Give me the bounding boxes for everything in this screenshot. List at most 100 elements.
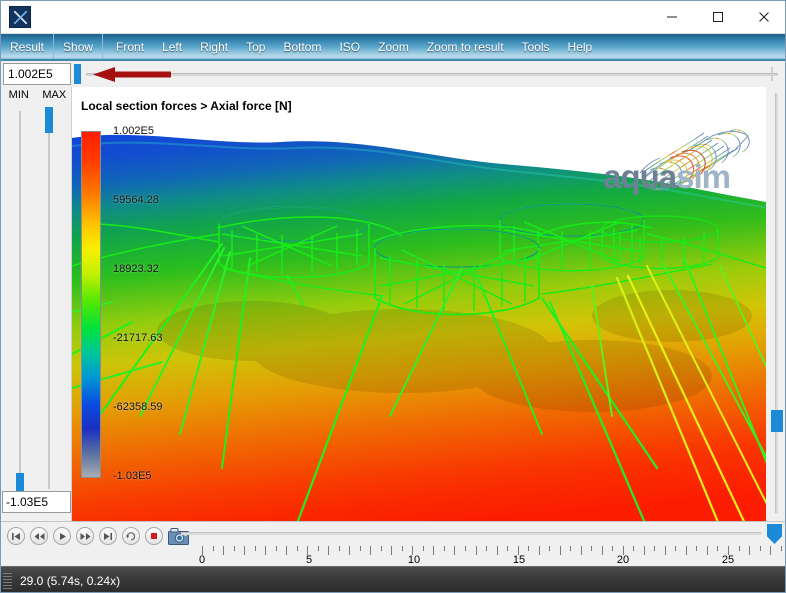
max-value-slider-thumb[interactable] [74,64,81,84]
skip-to-start-button[interactable] [7,527,25,545]
menu-bar: Result Show Front Left Right Top Bottom … [1,34,785,61]
timeline-tick [265,546,267,555]
max-slider-track[interactable] [48,111,50,489]
close-button[interactable] [741,1,785,33]
watermark-aqua: aqua [603,158,677,195]
timeline-tick [454,546,456,555]
3d-viewport[interactable]: Local section forces > Axial force [N] 1… [72,87,766,521]
timeline-thumb[interactable] [767,524,782,544]
play-icon [59,532,66,540]
menu-right[interactable]: Right [191,34,237,59]
menu-tools[interactable]: Tools [513,34,559,59]
min-max-labels: MIN MAX [1,89,72,105]
timeline-tick [654,546,656,551]
timeline-tick-label-4: 20 [616,554,630,566]
timeline-tick [486,546,488,551]
vertical-zoom-slider-track[interactable] [775,93,778,513]
timeline-tick [370,546,372,555]
aquasim-watermark: aquasim [603,158,731,196]
transport-controls [7,527,189,545]
max-slider-thumb[interactable] [45,107,53,133]
max-value-input[interactable]: 1.002E5 [3,63,71,85]
timeline-tick [580,546,582,555]
timeline-tick [570,546,572,551]
timeline-tick [465,546,466,551]
timeline-tick [380,546,382,551]
aquasim-app-icon [9,6,31,28]
min-slider-track[interactable] [19,111,21,489]
timeline-tick [664,546,666,555]
timeline-tick [475,546,477,555]
timeline-tick [391,546,393,555]
menu-zoom-to-result[interactable]: Zoom to result [418,34,513,59]
skip-back-icon [12,532,20,540]
rewind-icon [34,532,44,540]
menu-left[interactable]: Left [153,34,191,59]
timeline-tick [317,546,319,551]
timeline-tick [254,546,256,551]
colorbar-label-3: -21717.63 [113,332,163,344]
fast-forward-button[interactable] [76,527,94,545]
record-button[interactable] [145,527,163,545]
timeline-tick [338,546,340,551]
minimize-button[interactable] [649,1,695,33]
title-bar [1,1,785,34]
maximize-button[interactable] [695,1,741,33]
skip-forward-icon [104,532,112,540]
menu-show[interactable]: Show [54,34,104,59]
timeline-tick [433,546,435,555]
timeline-tick [601,546,603,555]
timeline-tick [275,546,277,551]
timeline-tick [643,546,645,555]
menu-front[interactable]: Front [107,34,153,59]
timeline-tick [443,546,445,551]
timeline-tick-label-5: 25 [721,554,735,566]
status-text: 29.0 (5.74s, 0.24x) [20,573,121,588]
timeline-track[interactable] [181,532,761,535]
colorbar-label-1: 59564.28 [113,194,159,206]
timeline-tick [233,546,235,551]
max-value-slider-track[interactable] [86,73,778,76]
loop-icon [126,532,136,541]
menu-help[interactable]: Help [559,34,602,59]
timeline-tick [528,546,530,551]
menu-result[interactable]: Result [1,34,55,59]
timeline-tick [749,546,751,555]
skip-to-end-button[interactable] [99,527,117,545]
menu-zoom[interactable]: Zoom [369,34,418,59]
vertical-zoom-slider[interactable] [769,87,785,521]
colorbar-label-5: -1.03E5 [113,470,152,482]
timeline-tick [738,546,740,551]
timeline-tick [349,546,351,555]
aquasim-result-viewer-window: Result Show Front Left Right Top Bottom … [0,0,786,593]
menu-top[interactable]: Top [237,34,274,59]
range-slider-sidebar: MIN MAX -1.03E5 [1,87,72,521]
play-button[interactable] [53,527,71,545]
min-value-input[interactable]: -1.03E5 [2,491,71,513]
colorbar-label-4: -62358.59 [113,401,163,413]
menu-iso[interactable]: ISO [330,34,369,59]
min-label: MIN [8,89,29,101]
rewind-button[interactable] [30,527,48,545]
timeline-tick [223,546,225,555]
fast-forward-icon [80,532,90,540]
colorbar-label-0: 1.002E5 [113,125,154,137]
menu-bottom[interactable]: Bottom [274,34,330,59]
timeline-tick [328,546,330,555]
status-bar: 29.0 (5.74s, 0.24x) [1,566,785,592]
timeline-tick [591,546,593,551]
watermark-sim: sim [676,158,731,195]
record-stop-icon [151,533,157,539]
timeline-control[interactable]: 0 5 10 15 20 25 [179,522,785,567]
timeline-tick [422,546,424,551]
color-gradient-bar [81,131,101,478]
timeline-tick-label-0: 0 [198,554,206,566]
loop-button[interactable] [122,527,140,545]
timeline-tick [675,546,677,551]
timeline-tick [759,546,761,551]
timeline-tick-label-1: 5 [305,554,313,566]
timeline-tick [685,546,687,555]
timeline-tick [696,546,698,551]
vertical-zoom-slider-thumb[interactable] [771,410,783,432]
timeline-tick [359,546,361,551]
